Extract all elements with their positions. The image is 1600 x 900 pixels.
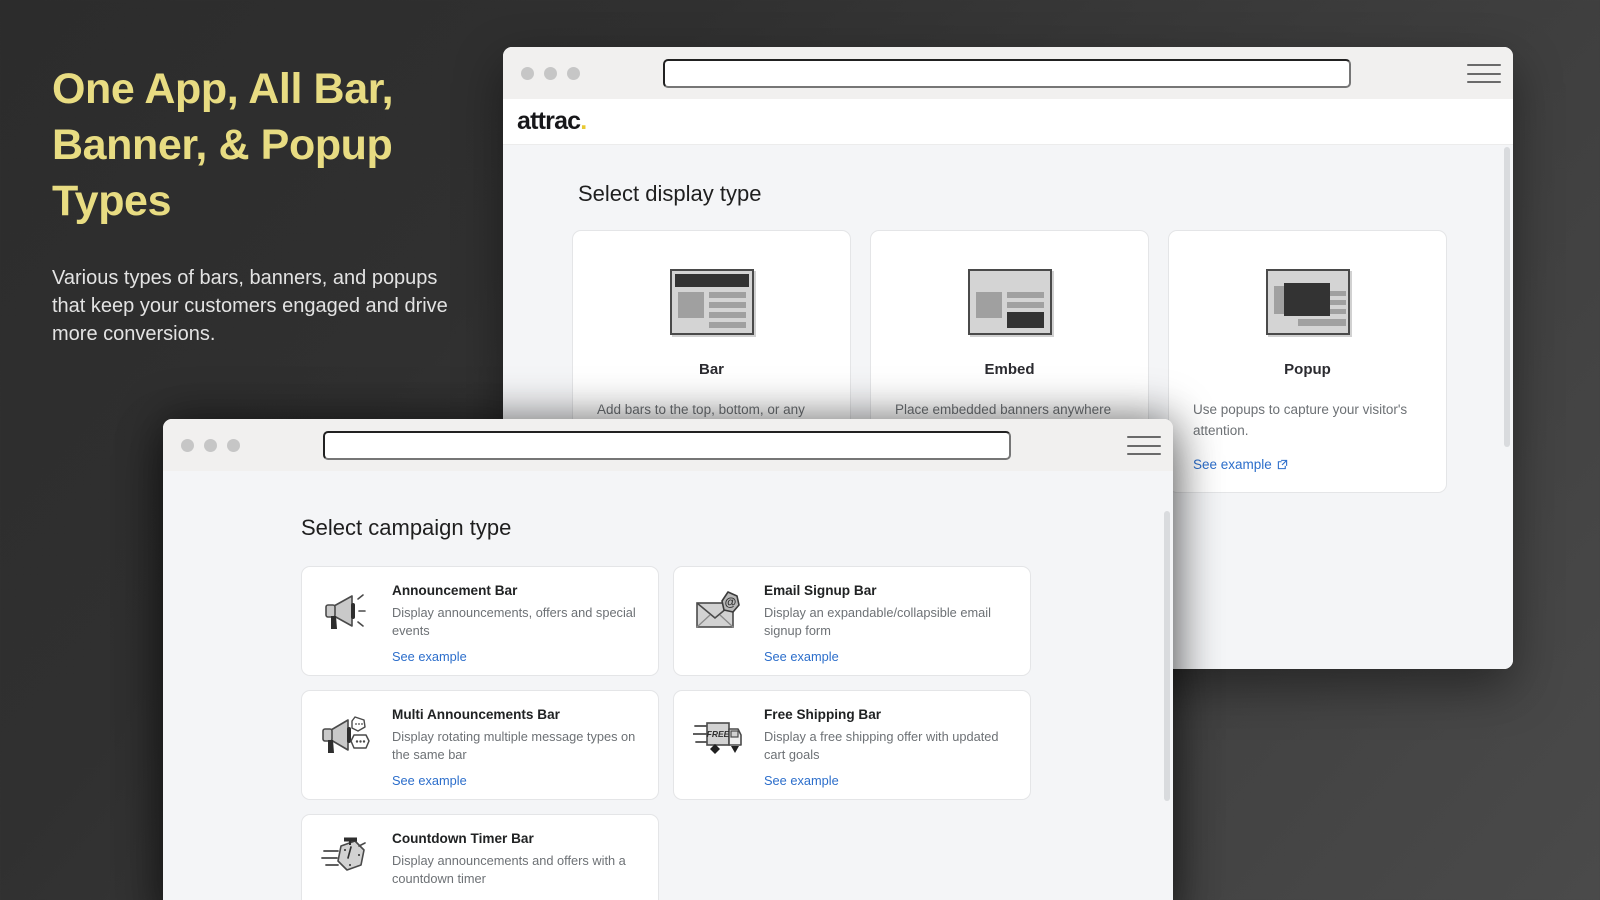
campaign-card-free-shipping-bar[interactable]: FREE Free Shipping Bar Display a free sh… — [673, 690, 1031, 800]
attrac-logo: attrac. — [517, 107, 587, 136]
popup-layout-thumbnail — [1193, 269, 1422, 335]
display-card-title: Bar — [698, 361, 724, 378]
see-example-link[interactable]: See example — [764, 649, 839, 664]
campaign-card-title: Email Signup Bar — [764, 583, 877, 598]
hero-subtitle: Various types of bars, banners, and popu… — [52, 266, 448, 346]
minimize-button[interactable] — [544, 66, 557, 80]
display-type-heading: Select display type — [578, 181, 762, 206]
app-topbar-back: attrac. — [503, 99, 1513, 145]
bar-layout-thumbnail — [597, 269, 826, 335]
browser-window-campaign-type: Select campaign type Announcement Bar Di… — [163, 419, 1173, 900]
window-controls-back[interactable] — [521, 66, 580, 80]
campaign-card-countdown-timer-bar[interactable]: Countdown Timer Bar Display announcement… — [301, 814, 659, 900]
campaign-card-description: Display a free shipping offer with updat… — [764, 729, 999, 763]
see-example-link[interactable]: See example — [392, 649, 467, 664]
campaign-type-heading: Select campaign type — [301, 515, 512, 540]
address-bar-back[interactable] — [663, 58, 1351, 88]
logo-text: attrac — [517, 107, 581, 135]
campaign-card-multi-announcements-bar[interactable]: Multi Announcements Bar Display rotating… — [301, 690, 659, 800]
hamburger-icon[interactable] — [1467, 64, 1501, 83]
hero-section: One App, All Bar, Banner, & Popup Types … — [52, 62, 472, 349]
address-bar-front[interactable] — [323, 430, 1011, 460]
maximize-button[interactable] — [227, 438, 240, 452]
logo-dot: . — [580, 107, 587, 135]
external-link-icon — [1277, 459, 1287, 470]
campaign-card-title: Countdown Timer Bar — [392, 831, 534, 846]
campaign-card-title: Multi Announcements Bar — [392, 707, 560, 722]
megaphone-icon — [318, 583, 378, 661]
campaign-card-announcement-bar[interactable]: Announcement Bar Display announcements, … — [301, 566, 659, 676]
campaign-card-description: Display an expandable/collapsible email … — [764, 605, 991, 639]
campaign-card-description: Display announcements and offers with a … — [392, 853, 626, 887]
stopwatch-icon — [318, 831, 378, 900]
hamburger-icon[interactable] — [1127, 436, 1161, 455]
display-card-title: Embed — [984, 361, 1035, 378]
see-example-label: See example — [1193, 457, 1272, 473]
minimize-button[interactable] — [204, 438, 217, 452]
campaign-type-grid: Announcement Bar Display announcements, … — [163, 541, 1173, 900]
close-button[interactable] — [181, 438, 194, 452]
page-title: One App, All Bar, Banner, & Popup Types — [52, 65, 394, 225]
campaign-card-description: Display rotating multiple message types … — [392, 729, 636, 763]
display-card-title: Popup — [1284, 361, 1331, 378]
window-controls-front[interactable] — [181, 438, 240, 452]
megaphone-bubbles-icon — [318, 707, 378, 785]
see-example-link[interactable]: See example — [392, 773, 467, 788]
see-example-link[interactable]: See example — [1193, 457, 1288, 472]
svg-text:@: @ — [725, 595, 737, 609]
browser-titlebar-front — [163, 419, 1173, 471]
truck-free-icon: FREE — [690, 707, 750, 785]
svg-text:FREE: FREE — [707, 729, 730, 739]
browser-titlebar-back — [503, 47, 1513, 99]
display-card-description: Use popups to capture your visitor's att… — [1193, 402, 1408, 438]
envelope-at-icon: @ — [690, 583, 750, 661]
campaign-card-title: Announcement Bar — [392, 583, 518, 598]
vertical-scrollbar-front[interactable] — [1164, 511, 1170, 801]
close-button[interactable] — [521, 66, 534, 80]
vertical-scrollbar-back[interactable] — [1504, 147, 1510, 447]
embed-layout-thumbnail — [895, 269, 1124, 335]
app-body-front: Select campaign type Announcement Bar Di… — [163, 471, 1173, 900]
see-example-link[interactable]: See example — [764, 773, 839, 788]
display-card-popup[interactable]: Popup Use popups to capture your visitor… — [1168, 230, 1447, 494]
maximize-button[interactable] — [567, 66, 580, 80]
campaign-card-description: Display announcements, offers and specia… — [392, 605, 636, 639]
campaign-card-email-signup-bar[interactable]: @ Email Signup Bar Display an expandable… — [673, 566, 1031, 676]
campaign-card-title: Free Shipping Bar — [764, 707, 882, 722]
